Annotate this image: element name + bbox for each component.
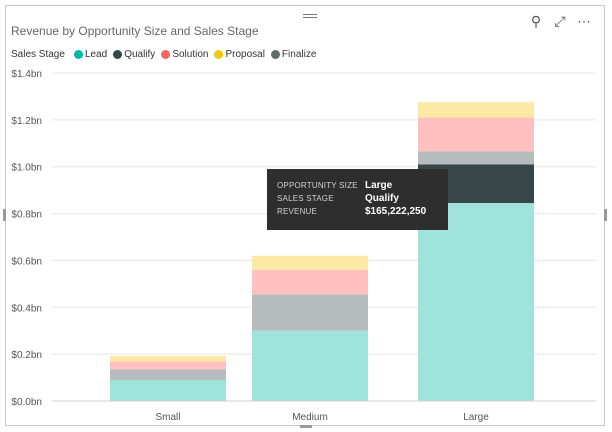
bar-segment-solution [252, 269, 368, 295]
y-tick-label: $0.0bn [11, 397, 42, 408]
x-tick-label: Medium [292, 412, 328, 423]
bar-segment-finalize [418, 151, 534, 165]
tooltip-key: OPPORTUNITY SIZE [277, 181, 358, 190]
bar-segment-proposal [252, 255, 368, 270]
y-tick-label: $1.0bn [11, 163, 42, 174]
bar-segment-finalize [252, 294, 368, 331]
bar-segment-solution [418, 117, 534, 152]
y-tick-label: $0.2bn [11, 350, 42, 361]
y-tick-label: $0.8bn [11, 210, 42, 221]
bar-segment-solution [110, 361, 226, 370]
y-tick-label: $0.4bn [11, 303, 42, 314]
tooltip-value: Large [365, 180, 393, 191]
tooltip-key: REVENUE [277, 207, 318, 216]
x-tick-label: Small [155, 412, 180, 423]
bar-segment-lead [252, 330, 368, 401]
bar-segment-proposal [418, 102, 534, 118]
bar-segment-lead [110, 379, 226, 401]
tooltip-row: SALES STAGE Qualify [277, 192, 448, 205]
x-tick-label: Large [463, 412, 489, 423]
tooltip-value: $165,222,250 [365, 206, 427, 217]
tooltip-row: OPPORTUNITY SIZE Large [277, 179, 448, 192]
bar-segment-proposal [110, 356, 226, 362]
tooltip-row: REVENUE $165,222,250 [277, 205, 448, 218]
bar-segment-finalize [110, 369, 226, 380]
bar-segment-lead [418, 203, 534, 401]
y-tick-label: $1.2bn [11, 116, 42, 127]
y-tick-label: $0.6bn [11, 256, 42, 267]
tooltip-key: SALES STAGE [277, 194, 334, 203]
tooltip-value: Qualify [365, 193, 399, 204]
y-tick-label: $1.4bn [11, 69, 42, 80]
tooltip: OPPORTUNITY SIZE Large SALES STAGE Quali… [267, 169, 448, 230]
